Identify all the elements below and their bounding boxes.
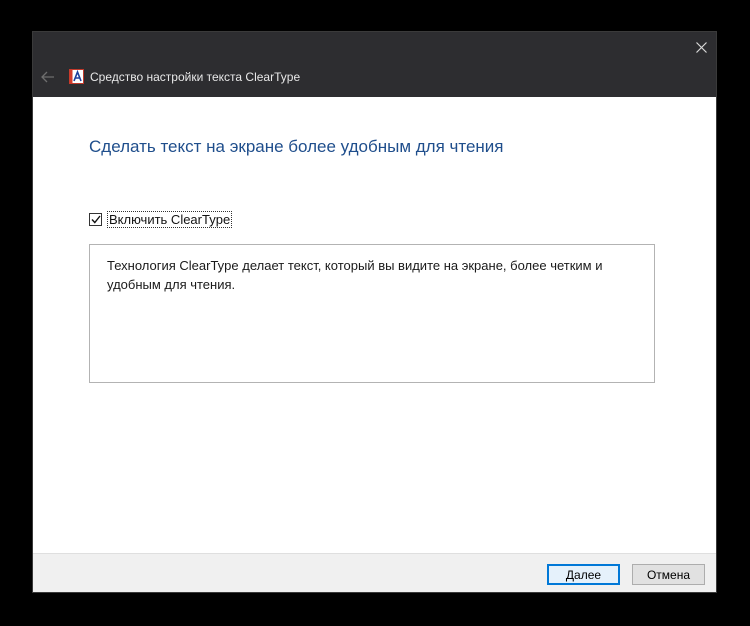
page-heading: Сделать текст на экране более удобным дл… [89,137,504,156]
enable-cleartype-label[interactable]: Включить ClearType [107,210,233,228]
title-bar: Средство настройки текста ClearType [33,32,716,97]
enable-cleartype-option[interactable]: Включить ClearType [89,210,233,228]
cancel-button[interactable]: Отмена [632,564,705,585]
enable-cleartype-checkbox[interactable] [89,212,102,226]
description-text: Технология ClearType делает текст, котор… [107,258,603,292]
button-bar: Далее Отмена [33,553,716,592]
description-box: Технология ClearType делает текст, котор… [89,244,655,383]
cleartype-app-icon [69,69,84,84]
close-button[interactable] [686,32,716,62]
window-title: Средство настройки текста ClearType [90,70,301,84]
checkmark-icon [90,215,101,224]
close-icon [695,41,707,53]
cleartype-window: Средство настройки текста ClearType Сдел… [32,31,717,593]
next-button[interactable]: Далее [547,564,620,585]
main-content: Сделать текст на экране более удобным дл… [33,97,716,553]
arrow-left-icon [41,71,54,83]
back-button[interactable] [37,66,59,88]
